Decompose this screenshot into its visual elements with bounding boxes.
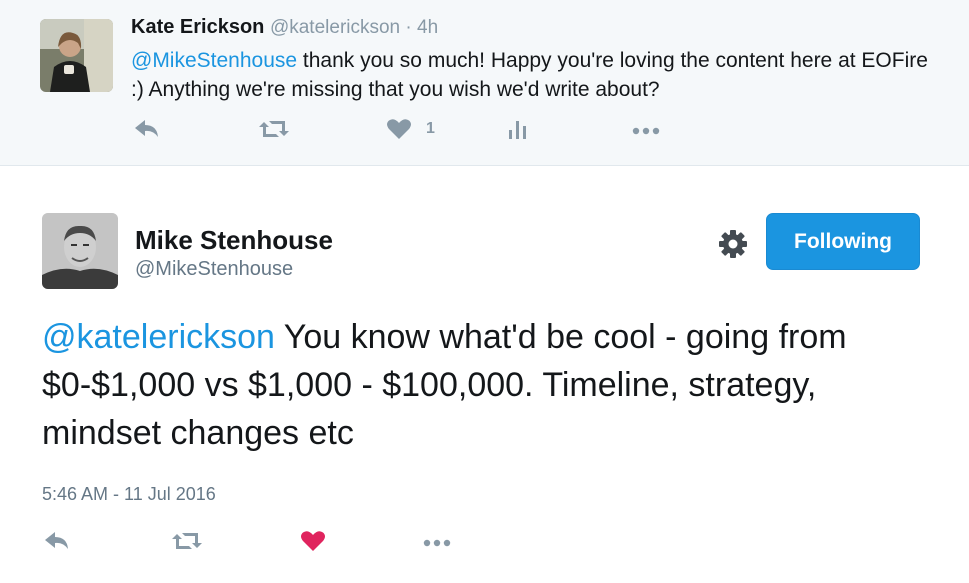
retweet-button[interactable] [258,118,290,140]
like-button[interactable]: 1 [386,118,435,140]
author-name[interactable]: Kate Erickson [131,16,264,38]
like-count: 1 [426,120,435,137]
retweet-button[interactable] [171,530,203,552]
reply-actions: 1 [134,118,694,148]
author-handle[interactable]: @katelerickson [270,17,400,38]
reply-header: Kate Erickson @katelerickson · 4h [131,16,438,39]
more-button[interactable] [422,530,452,552]
separator: · [400,17,418,38]
more-icon [632,127,660,135]
reply-text: @MikeStenhouse thank you so much! Happy … [131,46,931,104]
more-button[interactable] [631,118,661,140]
like-button[interactable] [300,530,326,552]
analytics-icon [509,121,526,139]
gear-icon[interactable] [717,228,749,260]
more-icon [423,539,451,547]
author-name[interactable]: Mike Stenhouse [135,225,333,256]
author-handle[interactable]: @MikeStenhouse [135,258,293,281]
reply-icon [45,532,68,549]
like-icon-filled [301,531,325,551]
avatar[interactable] [42,213,118,289]
retweet-icon [172,533,202,549]
following-button[interactable]: Following [766,213,920,270]
tweet-text: @katelerickson You know what'd be cool -… [42,313,942,457]
like-icon [387,119,411,139]
tweet-actions [44,530,484,564]
reply-icon [135,120,158,137]
reply-button[interactable] [134,118,160,140]
avatar[interactable] [40,19,113,92]
reply-button[interactable] [44,530,70,552]
analytics-button[interactable] [508,118,528,140]
mention-link[interactable]: @MikeStenhouse [131,49,297,72]
retweet-icon [259,121,289,137]
tweet-timestamp[interactable]: 5:46 AM - 11 Jul 2016 [42,484,216,505]
mention-link[interactable]: @katelerickson [42,318,275,356]
reply-tweet: Kate Erickson @katelerickson · 4h @MikeS… [0,0,969,166]
timestamp[interactable]: 4h [417,17,438,38]
